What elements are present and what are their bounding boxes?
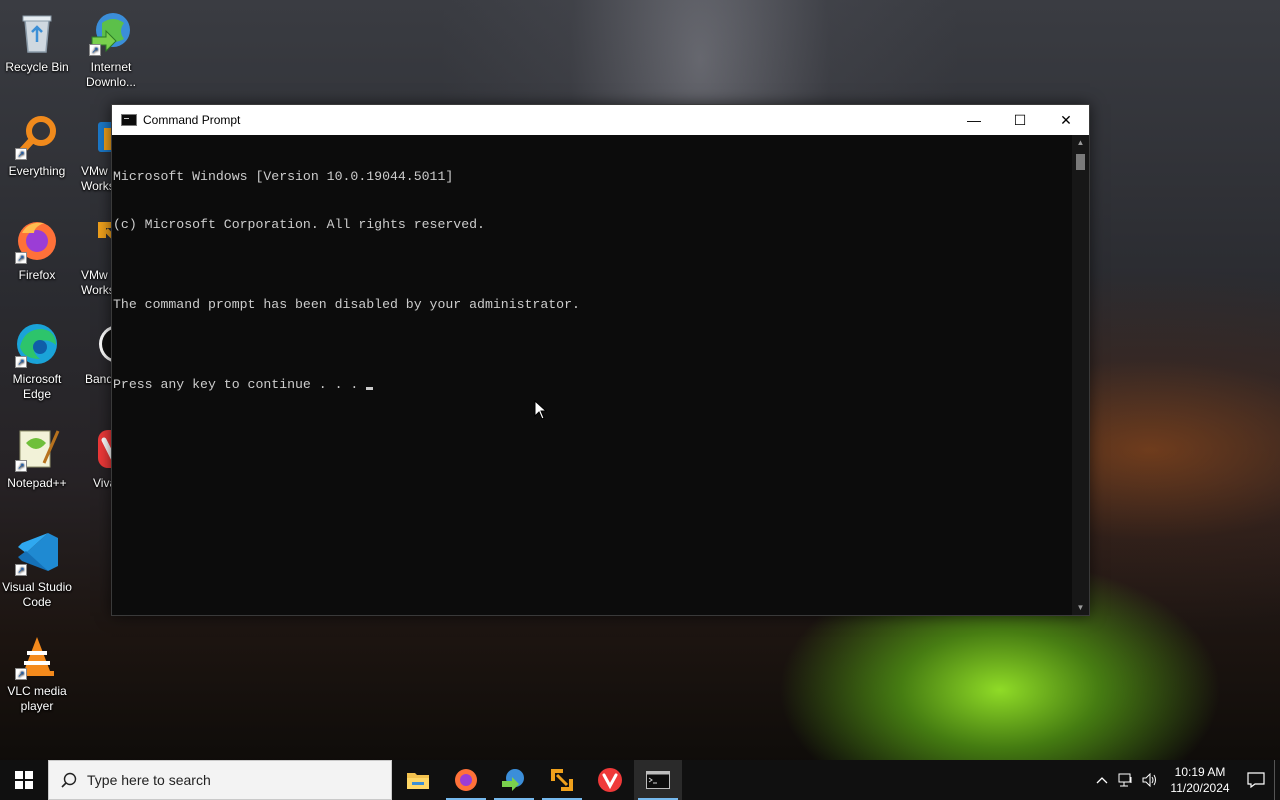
console-line: Microsoft Windows [Version 10.0.19044.50… bbox=[113, 169, 454, 184]
shortcut-arrow-icon: ↗ bbox=[15, 668, 27, 680]
desktop-icon-label: VMw Works bbox=[81, 164, 111, 193]
internet-download-manager-icon bbox=[502, 769, 524, 791]
search-placeholder: Type here to search bbox=[87, 772, 211, 788]
taskbar-app-file-explorer[interactable] bbox=[394, 760, 442, 800]
desktop-icon-label: VMw Works bbox=[81, 268, 111, 297]
everything-search-icon: ↗ bbox=[13, 112, 61, 160]
taskbar-app-internet-download-manager[interactable] bbox=[490, 760, 538, 800]
windows-logo-icon bbox=[15, 771, 33, 789]
desktop-icon-internet-download-manager[interactable]: ↗ Internet Downlo... bbox=[75, 8, 147, 90]
window-titlebar[interactable]: Command Prompt — ☐ ✕ bbox=[112, 105, 1089, 135]
minimize-button[interactable]: — bbox=[951, 105, 997, 135]
desktop-icon-label: Notepad++ bbox=[7, 476, 67, 490]
console-output[interactable]: Microsoft Windows [Version 10.0.19044.50… bbox=[112, 135, 1072, 615]
system-tray: 10:19 AM 11/20/2024 bbox=[1090, 760, 1280, 800]
taskbar-app-vivaldi[interactable] bbox=[586, 760, 634, 800]
recycle-bin-icon bbox=[13, 8, 61, 56]
command-prompt-icon bbox=[121, 114, 137, 126]
vivaldi-icon bbox=[87, 424, 111, 472]
desktop-icon-label: Firefox bbox=[18, 268, 56, 282]
desktop-icon-vmware-2[interactable]: VMw Works bbox=[75, 216, 111, 298]
start-button[interactable] bbox=[0, 760, 48, 800]
shortcut-arrow-icon: ↗ bbox=[15, 252, 27, 264]
notification-center-button[interactable] bbox=[1238, 760, 1274, 800]
console-prompt-line: Press any key to continue . . . bbox=[113, 377, 1072, 393]
console-line: Press any key to continue . . . bbox=[113, 377, 367, 392]
taskbar-clock[interactable]: 10:19 AM 11/20/2024 bbox=[1162, 764, 1238, 796]
show-hidden-icons-chevron-up-icon[interactable] bbox=[1090, 760, 1114, 800]
internet-download-manager-icon: ↗ bbox=[87, 8, 135, 56]
network-icon[interactable] bbox=[1114, 760, 1138, 800]
desktop-icon-label: Viva bbox=[93, 476, 111, 490]
clock-time: 10:19 AM bbox=[1174, 765, 1226, 779]
close-button[interactable]: ✕ bbox=[1043, 105, 1089, 135]
desktop-icon-vivaldi[interactable]: Viva bbox=[75, 424, 111, 491]
firefox-icon bbox=[455, 769, 477, 791]
desktop-icon-everything[interactable]: ↗ Everything bbox=[1, 112, 73, 179]
shortcut-arrow-icon: ↗ bbox=[15, 564, 27, 576]
desktop-icon-recycle-bin[interactable]: Recycle Bin bbox=[1, 8, 73, 75]
desktop-icon-visual-studio-code[interactable]: ↗ Visual Studio Code bbox=[1, 528, 73, 610]
shortcut-arrow-icon: ↗ bbox=[15, 356, 27, 368]
desktop-icon-label: Internet Downlo... bbox=[85, 60, 137, 89]
vertical-scrollbar[interactable]: ▲ ▼ bbox=[1072, 135, 1089, 615]
console-line: The command prompt has been disabled by … bbox=[113, 297, 580, 312]
window-title: Command Prompt bbox=[143, 113, 241, 127]
shortcut-arrow-icon: ↗ bbox=[15, 148, 27, 160]
vlc-cone-icon: ↗ bbox=[13, 632, 61, 680]
desktop-icon-label: Everything bbox=[8, 164, 66, 178]
vmware-workstation-icon bbox=[87, 112, 111, 160]
folder-icon bbox=[407, 773, 429, 789]
vmware-player-icon bbox=[87, 216, 111, 264]
desktop-icon-microsoft-edge[interactable]: ↗ Microsoft Edge bbox=[1, 320, 73, 402]
desktop-icon-notepad-plus-plus[interactable]: ↗ Notepad++ bbox=[1, 424, 73, 491]
edge-icon: ↗ bbox=[13, 320, 61, 368]
taskbar-app-command-prompt[interactable] bbox=[634, 760, 682, 800]
bandicam-record-icon bbox=[87, 320, 111, 368]
shortcut-arrow-icon: ↗ bbox=[89, 44, 101, 56]
vmware-icon bbox=[551, 769, 573, 791]
scrollbar-thumb[interactable] bbox=[1076, 154, 1085, 170]
desktop-icon-label: Band bbox=[85, 372, 111, 386]
volume-icon[interactable] bbox=[1138, 760, 1162, 800]
clock-date: 11/20/2024 bbox=[1170, 781, 1230, 795]
taskbar: Type here to search 10:19 AM 11/20/2024 bbox=[0, 760, 1280, 800]
desktop-icon-label: Microsoft Edge bbox=[12, 372, 62, 401]
desktop-icon-label: VLC media player bbox=[7, 684, 67, 713]
command-prompt-window[interactable]: Command Prompt — ☐ ✕ Microsoft Windows [… bbox=[111, 104, 1090, 616]
search-icon bbox=[61, 772, 77, 788]
shortcut-arrow-icon: ↗ bbox=[15, 460, 27, 472]
console-line: (c) Microsoft Corporation. All rights re… bbox=[113, 217, 485, 232]
scroll-up-arrow-icon[interactable]: ▲ bbox=[1072, 135, 1089, 150]
vivaldi-icon bbox=[598, 768, 622, 792]
desktop-icon-firefox[interactable]: ↗ Firefox bbox=[1, 216, 73, 283]
taskbar-search-box[interactable]: Type here to search bbox=[48, 760, 392, 800]
vscode-icon: ↗ bbox=[13, 528, 61, 576]
text-cursor bbox=[366, 387, 374, 390]
show-desktop-button[interactable] bbox=[1274, 760, 1280, 800]
mouse-pointer-icon bbox=[534, 400, 548, 420]
maximize-button[interactable]: ☐ bbox=[997, 105, 1043, 135]
scroll-down-arrow-icon[interactable]: ▼ bbox=[1072, 600, 1089, 615]
desktop-icon-label: Recycle Bin bbox=[5, 60, 69, 74]
notepad-plus-plus-icon: ↗ bbox=[13, 424, 61, 472]
notification-icon bbox=[1247, 772, 1265, 788]
desktop-icon-label: Visual Studio Code bbox=[2, 580, 72, 609]
desktop-icon-bandicam[interactable]: Band bbox=[75, 320, 111, 387]
desktop-icon-vlc[interactable]: ↗ VLC media player bbox=[1, 632, 73, 714]
desktop-icon-vmware-1[interactable]: VMw Works bbox=[75, 112, 111, 194]
taskbar-app-firefox[interactable] bbox=[442, 760, 490, 800]
taskbar-app-vmware[interactable] bbox=[538, 760, 586, 800]
firefox-icon: ↗ bbox=[13, 216, 61, 264]
command-prompt-icon bbox=[646, 771, 670, 789]
